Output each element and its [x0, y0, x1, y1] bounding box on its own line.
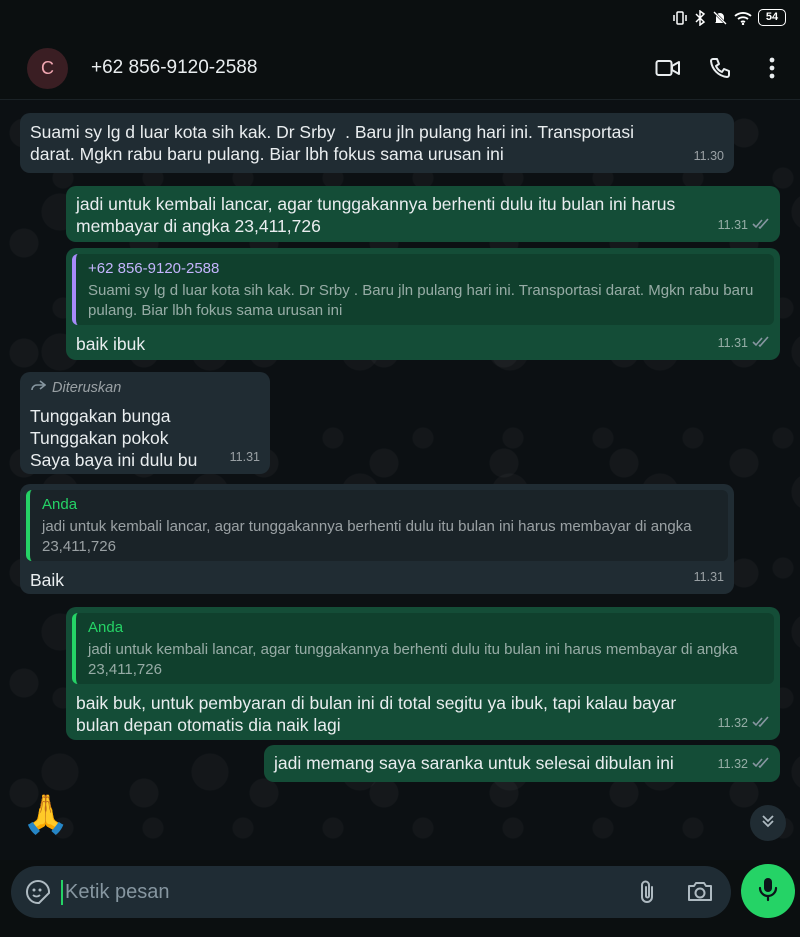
vibrate-icon [672, 10, 688, 26]
message-text: jadi memang saya saranka untuk selesai d… [274, 753, 674, 773]
double-check-icon [752, 332, 770, 354]
message-text: baik buk, untuk pembyaran di bulan ini d… [76, 693, 677, 735]
message-composer [11, 866, 731, 918]
scroll-down-button[interactable] [750, 805, 786, 841]
quote-text: jadi untuk kembali lancar, agar tunggaka… [88, 641, 738, 678]
mute-icon [712, 10, 728, 26]
double-check-icon [752, 753, 770, 775]
quoted-message[interactable]: Anda jadi untuk kembali lancar, agar tun… [72, 613, 774, 684]
camera-icon[interactable] [687, 879, 713, 908]
emoji-message[interactable]: 🙏 [22, 793, 69, 837]
battery-indicator: 54 [758, 9, 786, 26]
message-text: Baik [30, 570, 65, 590]
message-text: Tunggakan bunga Tunggakan pokok Saya bay… [30, 406, 198, 470]
forwarded-label: Diteruskan [30, 377, 260, 399]
quote-text: Suami sy lg d luar kota sih kak. Dr Srby… [88, 282, 754, 319]
message-time: 11.32 [717, 757, 748, 771]
avatar[interactable]: C [27, 48, 68, 89]
contact-name[interactable]: +62 856-9120-2588 [91, 57, 257, 79]
message-time: 11.31 [693, 570, 724, 584]
message-text: jadi untuk kembali lancar, agar tunggaka… [76, 194, 676, 236]
chat-header: C +62 856-9120-2588 [0, 36, 800, 100]
text-caret [61, 880, 63, 905]
bluetooth-icon [694, 9, 706, 26]
attach-icon[interactable] [637, 879, 657, 910]
phone-icon[interactable] [706, 54, 734, 82]
message-bubble-outgoing[interactable]: Anda jadi untuk kembali lancar, agar tun… [66, 607, 780, 740]
message-input[interactable] [65, 874, 625, 910]
quoted-message[interactable]: +62 856-9120-2588 Suami sy lg d luar kot… [72, 254, 774, 325]
message-text: Suami sy lg d luar kota sih kak. Dr Srby… [30, 122, 635, 164]
quote-author: Anda [88, 619, 124, 636]
quote-text: jadi untuk kembali lancar, agar tunggaka… [42, 518, 692, 555]
quoted-message[interactable]: Anda jadi untuk kembali lancar, agar tun… [26, 490, 728, 561]
message-bubble-outgoing[interactable]: jadi memang saya saranka untuk selesai d… [264, 745, 780, 782]
scroll-down-icon [760, 813, 776, 834]
message-bubble-outgoing[interactable]: +62 856-9120-2588 Suami sy lg d luar kot… [66, 248, 780, 360]
double-check-icon [752, 712, 770, 734]
voice-record-button[interactable] [741, 864, 795, 918]
quote-author: Anda [42, 496, 78, 513]
message-bubble-incoming[interactable]: Anda jadi untuk kembali lancar, agar tun… [20, 484, 734, 594]
more-vert-icon[interactable] [758, 54, 786, 82]
message-time: 11.31 [229, 450, 260, 464]
message-bubble-incoming[interactable]: Suami sy lg d luar kota sih kak. Dr Srby… [20, 113, 734, 173]
double-check-icon [752, 214, 770, 236]
message-time: 11.31 [717, 218, 748, 232]
sticker-icon[interactable] [25, 879, 51, 910]
message-text: baik ibuk [76, 334, 146, 354]
quote-author: +62 856-9120-2588 [88, 260, 220, 277]
forward-icon [30, 377, 47, 399]
message-time: 11.31 [717, 336, 748, 350]
message-time: 11.30 [693, 149, 724, 163]
wifi-icon [734, 11, 752, 25]
message-bubble-outgoing[interactable]: jadi untuk kembali lancar, agar tunggaka… [66, 186, 780, 242]
status-bar: 54 [0, 0, 800, 36]
mic-icon [757, 876, 779, 907]
message-bubble-incoming[interactable]: Diteruskan Tunggakan bunga Tunggakan pok… [20, 372, 270, 474]
video-call-icon[interactable] [654, 54, 682, 82]
message-time: 11.32 [717, 716, 748, 730]
